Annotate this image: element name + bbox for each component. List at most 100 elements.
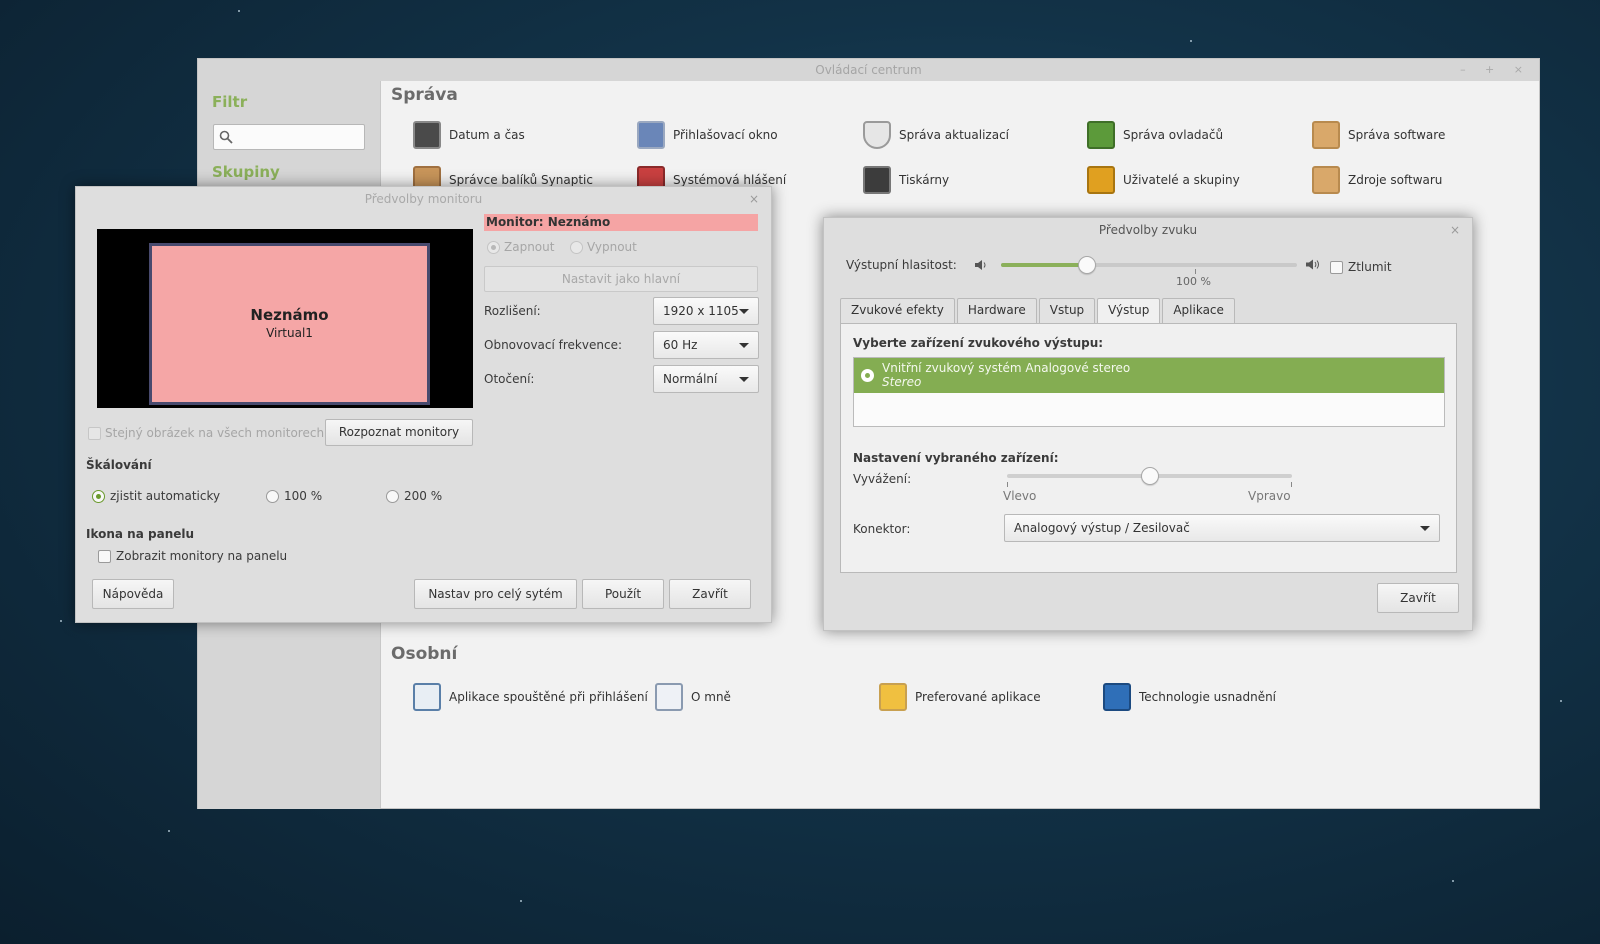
radio-off[interactable] — [570, 241, 583, 254]
device-name: Vnitřní zvukový systém Analogové stereo — [882, 361, 1131, 375]
connector-select[interactable]: Analogový výstup / Zesilovač — [1004, 514, 1440, 542]
item-date-time[interactable]: Datum a čas — [413, 121, 525, 149]
item-update-manager[interactable]: Správa aktualizací — [863, 121, 1009, 149]
choose-device-heading: Vyberte zařízení zvukového výstupu: — [853, 336, 1104, 350]
close-icon[interactable]: × — [749, 187, 759, 211]
scaling-100-radio[interactable] — [266, 490, 279, 503]
section-admin-title: Správa — [391, 85, 458, 105]
item-software-sources[interactable]: Zdroje softwaru — [1312, 166, 1442, 194]
close-button[interactable]: Zavřít — [669, 579, 751, 609]
item-login-window[interactable]: Přihlašovací okno — [637, 121, 778, 149]
connector-label: Konektor: — [853, 522, 911, 536]
driver-chip-icon — [1087, 121, 1115, 149]
item-users-groups[interactable]: Uživatelé a skupiny — [1087, 166, 1240, 194]
item-printers[interactable]: Tiskárny — [863, 166, 949, 194]
rotation-select[interactable]: Normální — [653, 365, 759, 393]
users-icon — [1087, 166, 1115, 194]
star — [1560, 700, 1562, 702]
apply-system-wide-button[interactable]: Nastav pro celý sytém — [414, 579, 577, 609]
balance-left-label: Vlevo — [1003, 489, 1037, 503]
show-on-panel-checkbox[interactable] — [98, 550, 111, 563]
volume-low-icon — [975, 260, 986, 270]
scaling-auto-radio[interactable] — [92, 490, 105, 503]
id-card-icon — [655, 683, 683, 711]
window-controls[interactable]: – + × — [1460, 59, 1531, 81]
startup-apps-icon — [413, 683, 441, 711]
star — [520, 900, 522, 902]
software-sources-icon — [1312, 166, 1340, 194]
item-startup-apps[interactable]: Aplikace spouštěné při přihlášení — [413, 683, 648, 711]
sound-dialog-titlebar[interactable]: Předvolby zvuku × — [824, 218, 1472, 242]
apply-button[interactable]: Použít — [582, 579, 664, 609]
volume-slider[interactable] — [1001, 263, 1297, 267]
radio-on[interactable] — [487, 241, 500, 254]
software-box-icon — [1312, 121, 1340, 149]
scaling-200-label: 200 % — [404, 489, 443, 503]
detect-monitors-button[interactable]: Rozpoznat monitory — [325, 419, 473, 446]
accessibility-icon — [1103, 683, 1131, 711]
chevron-down-icon — [739, 377, 749, 382]
item-software-manager[interactable]: Správa software — [1312, 121, 1445, 149]
scaling-200-radio[interactable] — [386, 490, 399, 503]
volume-100-mark: 100 % — [1176, 275, 1211, 288]
mute-label: Ztlumit — [1348, 260, 1392, 274]
volume-slider-handle[interactable] — [1077, 256, 1096, 274]
show-on-panel-label: Zobrazit monitory na panelu — [116, 549, 288, 563]
tab-sound-effects[interactable]: Zvukové efekty — [840, 298, 955, 323]
window-title: Ovládací centrum — [815, 63, 922, 77]
balance-right-label: Vpravo — [1248, 489, 1291, 503]
sound-tabs: Zvukové efekty Hardware Vstup Výstup Apl… — [840, 298, 1235, 324]
close-icon[interactable]: × — [1450, 218, 1460, 242]
monitor-preferences-dialog: Předvolby monitoru × Neznámo Virtual1 Mo… — [75, 186, 772, 623]
monitor-dialog-title: Předvolby monitoru — [364, 192, 483, 206]
monitor-layout-preview: Neznámo Virtual1 — [97, 229, 473, 408]
device-radio — [861, 369, 874, 382]
section-personal-title: Osobní — [391, 644, 458, 664]
same-image-checkbox[interactable] — [88, 427, 101, 440]
star — [60, 620, 62, 622]
chevron-down-icon — [1420, 526, 1430, 531]
help-button[interactable]: Nápověda — [92, 579, 174, 609]
radio-off-label: Vypnout — [587, 240, 637, 254]
clock-icon — [413, 121, 441, 149]
monitor-dialog-titlebar[interactable]: Předvolby monitoru × — [76, 187, 771, 211]
sound-close-button[interactable]: Zavřít — [1377, 583, 1459, 613]
tab-input[interactable]: Vstup — [1038, 298, 1096, 323]
groups-heading: Skupiny — [212, 163, 280, 181]
rotation-label: Otočení: — [484, 372, 535, 386]
resolution-label: Rozlišení: — [484, 304, 541, 318]
filter-heading: Filtr — [212, 93, 248, 111]
volume-slider-fill — [1001, 263, 1087, 267]
tab-output[interactable]: Výstup — [1097, 298, 1161, 324]
scaling-heading: Škálování — [86, 458, 152, 472]
resolution-select[interactable]: 1920 x 1105 — [653, 297, 759, 325]
refresh-select[interactable]: 60 Hz — [653, 331, 759, 359]
output-volume-label: Výstupní hlasitost: — [846, 258, 957, 272]
item-accessibility[interactable]: Technologie usnadnění — [1103, 683, 1276, 711]
scaling-100-label: 100 % — [284, 489, 323, 503]
balance-slider-handle[interactable] — [1140, 467, 1159, 485]
tab-applications[interactable]: Aplikace — [1162, 298, 1235, 323]
search-icon — [219, 130, 233, 144]
item-preferred-apps[interactable]: Preferované aplikace — [879, 683, 1041, 711]
radio-on-label: Zapnout — [504, 240, 555, 254]
sound-dialog-title: Předvolby zvuku — [1098, 223, 1198, 237]
star — [1452, 880, 1454, 882]
tab-hardware[interactable]: Hardware — [956, 298, 1037, 323]
volume-high-icon — [1306, 259, 1319, 270]
same-image-label: Stejný obrázek na všech monitorech — [105, 426, 325, 440]
search-input[interactable] — [213, 124, 365, 150]
balance-left-tick — [1007, 482, 1008, 487]
device-row-selected[interactable]: Vnitřní zvukový systém Analogové stereo … — [854, 358, 1444, 393]
control-center-titlebar[interactable]: Ovládací centrum – + × — [198, 59, 1539, 81]
login-window-icon — [637, 121, 665, 149]
refresh-label: Obnovovací frekvence: — [484, 338, 622, 352]
item-about-me[interactable]: O mně — [655, 683, 731, 711]
balance-label: Vyvážení: — [853, 472, 912, 486]
item-driver-manager[interactable]: Správa ovladačů — [1087, 121, 1223, 149]
mute-checkbox[interactable] — [1330, 261, 1343, 274]
set-primary-button[interactable]: Nastavit jako hlavní — [484, 266, 758, 292]
monitor-screen[interactable]: Neznámo Virtual1 — [149, 243, 430, 405]
selected-settings-heading: Nastavení vybraného zařízení: — [853, 451, 1059, 465]
output-device-list: Vnitřní zvukový systém Analogové stereo … — [853, 357, 1445, 427]
